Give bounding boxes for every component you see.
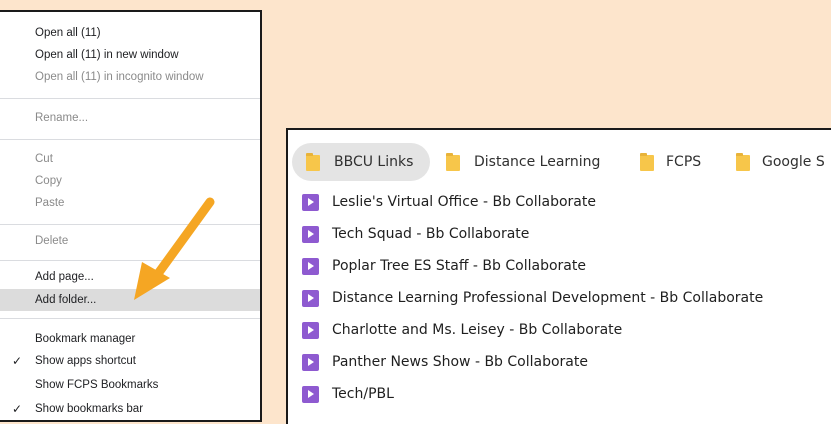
bb-collaborate-icon [302,354,319,371]
bookmarks-bar: BBCU Links Distance Learning FCPS Google… [288,130,831,192]
bb-collaborate-icon [302,258,319,275]
bookmark-item[interactable]: Tech Squad - Bb Collaborate [288,218,831,250]
bookmark-context-menu: Open all (11) Open all (11) in new windo… [0,10,262,422]
menu-separator [0,139,260,140]
folder-label: Distance Learning [474,154,601,170]
menu-separator [0,98,260,99]
bookmark-label: Charlotte and Ms. Leisey - Bb Collaborat… [332,322,623,338]
bookmarks-panel: BBCU Links Distance Learning FCPS Google… [286,128,831,424]
menu-item-open-all[interactable]: Open all (11) [0,22,260,44]
menu-item-label: Show bookmarks bar [35,403,144,415]
bookmark-item[interactable]: Charlotte and Ms. Leisey - Bb Collaborat… [288,314,831,346]
bookmark-label: Distance Learning Professional Developme… [332,290,764,306]
bookmark-label: Leslie's Virtual Office - Bb Collaborate [332,194,596,210]
menu-separator [0,224,260,225]
folder-icon [640,153,654,171]
bookmark-item[interactable]: Poplar Tree ES Staff - Bb Collaborate [288,250,831,282]
folder-label: FCPS [666,154,702,170]
bookmark-folder-fcps[interactable]: FCPS [638,143,708,181]
folder-label: Google S [762,154,825,170]
menu-item-paste[interactable]: Paste [0,192,260,214]
bookmark-folder-google[interactable]: Google S [734,143,831,181]
bookmark-folder-distance-learning[interactable]: Distance Learning [444,143,614,181]
bb-collaborate-icon [302,226,319,243]
menu-item-open-all-new-window[interactable]: Open all (11) in new window [0,44,260,66]
menu-item-rename[interactable]: Rename... [0,107,260,129]
bookmark-folder-dropdown: Leslie's Virtual Office - Bb Collaborate… [288,186,831,424]
bookmark-item[interactable]: Tech/PBL [288,378,831,410]
bb-collaborate-icon [302,194,319,211]
menu-item-add-page[interactable]: Add page... [0,266,260,288]
menu-separator [0,260,260,261]
checkmark-icon: ✓ [12,402,23,416]
bookmark-item[interactable]: Panther News Show - Bb Collaborate [288,346,831,378]
folder-icon [446,153,460,171]
bookmark-item[interactable]: Leslie's Virtual Office - Bb Collaborate [288,186,831,218]
bookmark-label: Tech/PBL [332,386,394,402]
checkmark-icon: ✓ [12,354,23,368]
menu-item-add-folder[interactable]: Add folder... [0,289,260,311]
menu-item-open-all-incognito[interactable]: Open all (11) in incognito window [0,66,260,88]
menu-item-bookmark-manager[interactable]: Bookmark manager [0,328,260,350]
menu-separator [0,318,260,319]
bookmark-folder-bbcu-links[interactable]: BBCU Links [292,143,430,181]
bookmark-label: Panther News Show - Bb Collaborate [332,354,588,370]
bookmark-label: Tech Squad - Bb Collaborate [332,226,530,242]
bb-collaborate-icon [302,322,319,339]
folder-icon [736,153,750,171]
menu-item-copy[interactable]: Copy [0,170,260,192]
menu-item-label: Show apps shortcut [35,355,137,367]
menu-item-delete[interactable]: Delete [0,230,260,252]
bookmark-item[interactable]: Distance Learning Professional Developme… [288,282,831,314]
menu-item-show-bookmarks-bar[interactable]: ✓ Show bookmarks bar [0,398,260,420]
bb-collaborate-icon [302,290,319,307]
bb-collaborate-icon [302,386,319,403]
folder-label: BBCU Links [334,154,414,170]
menu-item-show-apps-shortcut[interactable]: ✓ Show apps shortcut [0,350,260,372]
menu-item-show-fcps-bookmarks[interactable]: Show FCPS Bookmarks [0,374,260,396]
bookmark-label: Poplar Tree ES Staff - Bb Collaborate [332,258,586,274]
folder-icon [306,153,320,171]
menu-item-cut[interactable]: Cut [0,148,260,170]
